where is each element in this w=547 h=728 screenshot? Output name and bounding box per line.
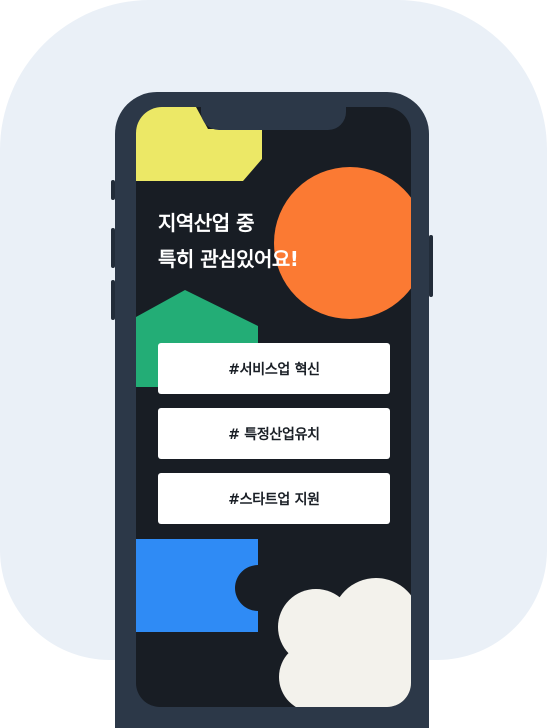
headline-line-2: 특히 관심있어요! — [158, 247, 299, 271]
illustration-stage: 지역산업 중 특히 관심있어요! #서비스업 혁신 # 특정산업유치 #스타트업… — [0, 0, 547, 728]
option-service-innovation-button[interactable]: #서비스업 혁신 — [158, 343, 390, 394]
blue-shape — [136, 539, 258, 632]
headline-line-1: 지역산업 중 — [158, 211, 254, 235]
decorative-shapes — [136, 107, 411, 707]
cream-cloud — [278, 578, 411, 707]
phone-notch — [201, 107, 346, 130]
option-industry-attraction-button[interactable]: # 특정산업유치 — [158, 408, 390, 459]
phone-screen: 지역산업 중 특히 관심있어요! #서비스업 혁신 # 특정산업유치 #스타트업… — [136, 107, 411, 707]
phone-volume-down-button — [111, 280, 115, 320]
phone-volume-up-button — [111, 228, 115, 268]
option-startup-support-button[interactable]: #스타트업 지원 — [158, 473, 390, 524]
headline: 지역산업 중 특히 관심있어요! — [158, 205, 299, 277]
phone-power-button — [429, 235, 433, 297]
phone-mute-switch — [111, 180, 115, 200]
